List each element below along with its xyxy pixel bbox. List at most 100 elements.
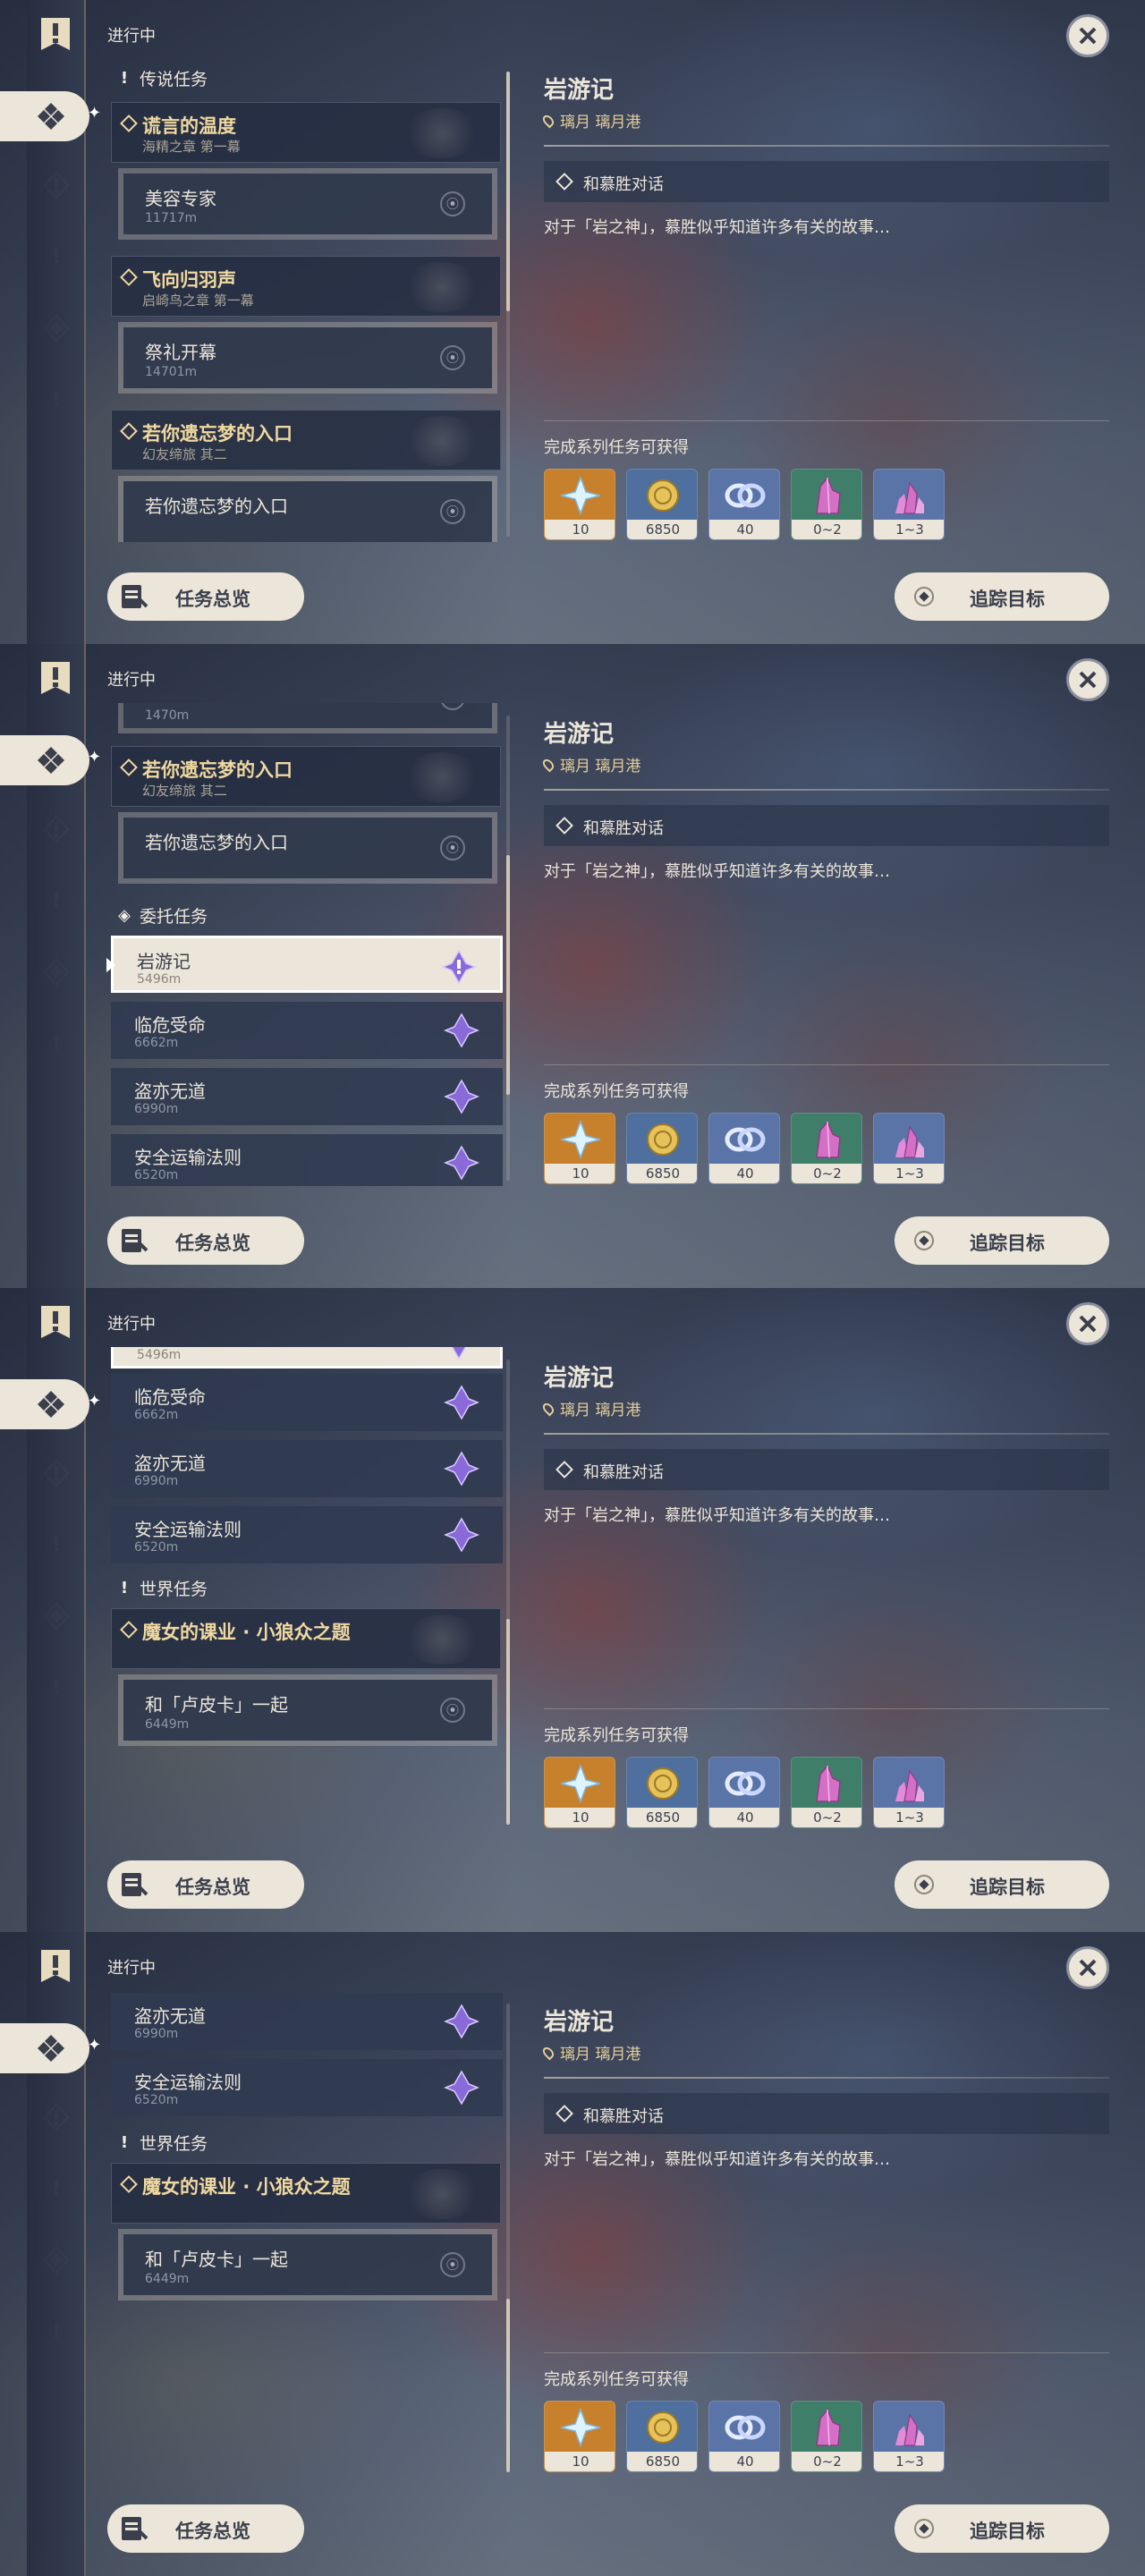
status-label: 进行中 [107, 1959, 156, 1978]
sub-quest-card[interactable]: 若你遗忘梦的入口 ⦿ [118, 812, 497, 884]
bookmark-icon[interactable] [39, 660, 72, 696]
chapter-card[interactable]: 飞向归羽声 启崎鸟之章 第一幕 [111, 256, 501, 317]
track-icon [914, 1875, 934, 1894]
status-label: 进行中 [107, 671, 156, 690]
map-pin-icon: ⦿ [440, 345, 465, 370]
sidebar-tab-all[interactable] [0, 91, 89, 141]
quest-list[interactable]: 5496m 临危受命 6662m 盗亦无道 6990m 安全运输法则 6520m ! 世… [106, 1347, 508, 1830]
reward-companionship[interactable]: 40 [708, 469, 780, 540]
list-scrollbar[interactable] [506, 2299, 510, 2472]
quest-panel-3: ✦ ! ! 进行中 5496m 临危受命6662m 盗亦无道6990m 安全运输… [0, 1288, 1145, 1932]
sub-quest-card[interactable]: 祭礼开幕 14701m ⦿ [118, 322, 497, 394]
reward-crystal-shard[interactable]: 1~3 [873, 1113, 945, 1184]
reward-mora[interactable]: 6850 [626, 1757, 698, 1828]
sub-quest-card[interactable]: 1470m⦿ [118, 703, 497, 733]
sub-quest-card[interactable]: 和「卢皮卡」一起 6449m ⦿ [118, 2229, 497, 2301]
map-pin-icon: ⦿ [440, 703, 465, 710]
reward-crystal-chunk[interactable]: 0~2 [791, 1757, 862, 1828]
reward-primogem[interactable]: 10 [544, 2401, 615, 2472]
divider [544, 2077, 1109, 2079]
commission-item-selected[interactable]: 5496m [111, 1347, 503, 1368]
bookmark-icon[interactable] [39, 1304, 72, 1340]
commission-item[interactable]: 盗亦无道 6990m [111, 1993, 503, 2050]
companionship-exp-icon [725, 1127, 766, 1152]
chapter-card[interactable]: 若你遗忘梦的入口 幻友缔旅 其二 [111, 746, 501, 807]
selected-star-icon: ✦ [88, 1392, 102, 1411]
close-button[interactable] [1066, 14, 1109, 57]
sub-quest-card[interactable]: 若你遗忘梦的入口 ⦿ [118, 476, 497, 542]
quest-description: 对于「岩之神」，慕胜似乎知道许多有关的故事… [544, 1506, 890, 1525]
quest-overview-button[interactable]: 任务总览 [107, 2504, 304, 2553]
rewards-title: 完成系列任务可获得 [544, 438, 689, 457]
commission-item[interactable]: 临危受命 6662m [111, 1002, 503, 1059]
quest-overview-button[interactable]: 任务总览 [107, 1216, 304, 1265]
reward-crystal-chunk[interactable]: 0~2 [791, 469, 862, 540]
track-objective-button[interactable]: 追踪目标 [895, 2504, 1109, 2553]
track-objective-button[interactable]: 追踪目标 [895, 1860, 1109, 1909]
commission-item[interactable]: 安全运输法则 6520m [111, 2059, 503, 2116]
track-icon [914, 2519, 934, 2538]
reward-mora[interactable]: 6850 [626, 1113, 698, 1184]
commission-item[interactable]: 安全运输法则 6520m [111, 1506, 503, 1563]
reward-primogem[interactable]: 10 [544, 469, 615, 540]
divider [544, 789, 1109, 791]
sidebar-tab-all[interactable] [0, 2023, 89, 2073]
quest-objective: 和慕胜对话 [544, 805, 1109, 846]
close-icon [1079, 27, 1097, 45]
reward-mora[interactable]: 6850 [626, 469, 698, 540]
reward-crystal-shard[interactable]: 1~3 [873, 469, 945, 540]
companionship-exp-icon [725, 1771, 766, 1796]
quest-description: 对于「岩之神」，慕胜似乎知道许多有关的故事… [544, 862, 890, 881]
reward-primogem[interactable]: 10 [544, 1113, 615, 1184]
reward-crystal-chunk[interactable]: 0~2 [791, 2401, 862, 2472]
location-pin-icon [540, 113, 556, 128]
reward-companionship[interactable]: 40 [708, 1757, 780, 1828]
reward-crystal-shard[interactable]: 1~3 [873, 1757, 945, 1828]
list-scrollbar[interactable] [506, 1619, 510, 1825]
commission-gem-icon [444, 1013, 479, 1048]
commission-gem-icon [444, 2070, 479, 2106]
section-header-world: ! 世界任务 [120, 1579, 208, 1599]
commission-item[interactable]: 盗亦无道 6990m [111, 1440, 503, 1497]
close-button[interactable] [1066, 1302, 1109, 1345]
quest-list[interactable]: 1470m⦿ 若你遗忘梦的入口幻友缔旅 其二 若你遗忘梦的入口⦿ ◈委托任务 岩… [106, 703, 508, 1186]
list-scrollbar[interactable] [506, 72, 510, 311]
track-objective-button[interactable]: 追踪目标 [895, 572, 1109, 621]
reward-crystal-chunk[interactable]: 0~2 [791, 1113, 862, 1184]
chapter-card[interactable]: 魔女的课业 · 小狼众之题 [111, 1608, 501, 1669]
sub-quest-card[interactable]: 美容专家 11717m ⦿ [118, 168, 497, 240]
commission-item[interactable]: 盗亦无道 6990m [111, 1068, 503, 1125]
bookmark-icon[interactable] [39, 1948, 72, 1984]
chapter-card[interactable]: 若你遗忘梦的入口 幻友缔旅 其二 [111, 410, 501, 470]
close-button[interactable] [1066, 658, 1109, 701]
bookmark-icon[interactable] [39, 16, 72, 52]
list-scrollbar[interactable] [506, 855, 510, 1095]
quest-list[interactable]: ! 传说任务 谎言的温度 海精之章 第一幕 美容专家 11717m ⦿ 飞向归羽声 启崎鸟… [106, 59, 508, 542]
reward-companionship[interactable]: 40 [708, 1113, 780, 1184]
commission-item[interactable]: 安全运输法则 6520m [111, 1134, 503, 1186]
sidebar-tab-all[interactable] [0, 735, 89, 785]
reward-crystal-shard[interactable]: 1~3 [873, 2401, 945, 2472]
divider [544, 1708, 1109, 1709]
quest-overview-button[interactable]: 任务总览 [107, 572, 304, 621]
selected-star-icon: ✦ [88, 104, 102, 123]
commission-item[interactable]: 临危受命 6662m [111, 1374, 503, 1431]
quest-overview-button[interactable]: 任务总览 [107, 1860, 304, 1909]
track-objective-button[interactable]: 追踪目标 [895, 1216, 1109, 1265]
commission-item-selected[interactable]: 岩游记 5496m [106, 936, 503, 993]
quest-objective: 和慕胜对话 [544, 2093, 1109, 2134]
chapter-card[interactable]: 魔女的课业 · 小狼众之题 [111, 2163, 501, 2224]
close-button[interactable] [1066, 1946, 1109, 1989]
reward-companionship[interactable]: 40 [708, 2401, 780, 2472]
commission-gem-icon [444, 1451, 479, 1487]
companionship-exp-icon [725, 2415, 766, 2440]
chapter-card[interactable]: 谎言的温度 海精之章 第一幕 [111, 102, 501, 163]
sub-quest-card[interactable]: 和「卢皮卡」一起 6449m ⦿ [118, 1674, 497, 1746]
quest-list[interactable]: 盗亦无道 6990m 安全运输法则 6520m ! 世界任务 魔女的课业 · 小狼众之… [106, 1991, 508, 2474]
all-quests-icon [38, 103, 64, 130]
close-icon [1079, 1315, 1097, 1333]
sidebar-tab-all[interactable] [0, 1379, 89, 1429]
mora-icon [647, 2411, 679, 2444]
reward-primogem[interactable]: 10 [544, 1757, 615, 1828]
reward-mora[interactable]: 6850 [626, 2401, 698, 2472]
